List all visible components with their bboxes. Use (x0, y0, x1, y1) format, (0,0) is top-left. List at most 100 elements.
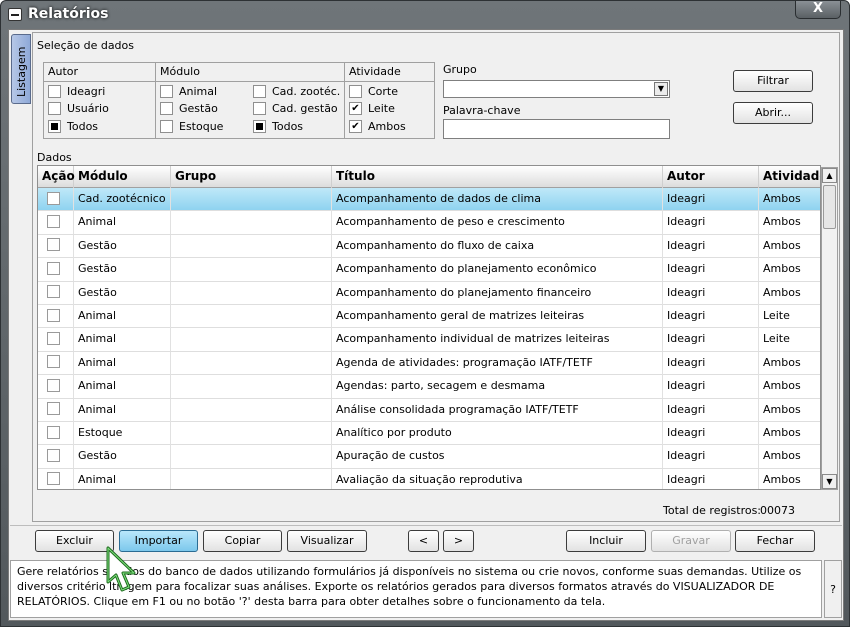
autor-usuario-checkbox[interactable]: Usuário (48, 101, 109, 118)
table-row[interactable]: Estoque Analítico por produto Ideagri Ambos (38, 422, 820, 446)
fechar-button[interactable]: Fechar (735, 530, 815, 552)
cell-acao[interactable] (38, 234, 74, 258)
row-checkbox[interactable] (47, 331, 60, 345)
cell-acao[interactable] (38, 445, 74, 469)
row-checkbox[interactable] (47, 214, 60, 228)
atividade-title: Atividade (345, 63, 434, 82)
copiar-button[interactable]: Copiar (203, 530, 282, 552)
table-row[interactable]: Animal Avaliação da situação reprodutiva I… (38, 468, 820, 489)
col-acao[interactable]: Ação (38, 166, 75, 188)
table-row[interactable]: Cad. zootécnico Acompanhamento de dados d… (38, 188, 820, 212)
cell-acao[interactable] (38, 422, 74, 445)
cell-acao[interactable] (38, 375, 74, 399)
system-menu-icon[interactable] (8, 8, 22, 21)
modulo-todos-checkbox[interactable]: Todos (253, 119, 303, 136)
cell-titulo: Análise consolidada programação IATF/TET… (332, 398, 663, 422)
visualizar-button[interactable]: Visualizar (287, 530, 367, 552)
cell-atividade: Ambos (759, 399, 820, 422)
cell-modulo: Estoque (74, 422, 171, 445)
modulo-gestao-checkbox[interactable]: Gestão (160, 101, 218, 118)
cell-acao[interactable] (38, 468, 74, 489)
tab-listagem[interactable]: Listagem (11, 34, 31, 104)
modulo-cad-gestao-checkbox[interactable]: Cad. gestão (253, 101, 338, 118)
selecao-title: Seleção de dados (37, 39, 135, 52)
gravar-button[interactable]: Gravar (651, 530, 731, 552)
cell-acao[interactable] (38, 328, 74, 352)
row-checkbox[interactable] (47, 355, 60, 369)
col-modulo[interactable]: Módulo (74, 166, 171, 188)
cell-acao[interactable] (38, 211, 74, 235)
table-row[interactable]: Animal Acompanhamento individual de matri… (38, 328, 820, 352)
col-autor[interactable]: Autor (663, 166, 759, 188)
abrir-button[interactable]: Abrir... (733, 102, 813, 124)
table-row[interactable]: Animal Agendas: parto, secagem e desmama I… (38, 375, 820, 399)
cell-atividade: Ambos (759, 445, 820, 468)
pointer-cursor-icon (106, 546, 136, 592)
grid-scrollbar[interactable]: ▲ ▼ (821, 167, 838, 490)
row-checkbox[interactable] (47, 425, 60, 439)
row-checkbox[interactable] (47, 261, 60, 275)
chevron-down-icon[interactable]: ▼ (654, 82, 668, 96)
grupo-combo[interactable]: ▼ (443, 80, 670, 98)
incluir-button[interactable]: Incluir (566, 530, 646, 552)
cell-autor: Ideagri (663, 422, 759, 445)
cell-modulo: Animal (74, 351, 171, 375)
row-checkbox[interactable] (47, 285, 60, 299)
row-checkbox[interactable] (47, 238, 60, 252)
table-row[interactable]: Animal Acompanhamento de peso e crescimen… (38, 211, 820, 235)
atividade-corte-checkbox[interactable]: Corte (349, 84, 398, 101)
modulo-estoque-checkbox[interactable]: Estoque (160, 119, 223, 136)
cell-acao[interactable] (38, 258, 74, 282)
row-checkbox[interactable] (47, 191, 60, 205)
filtrar-button[interactable]: Filtrar (733, 70, 813, 92)
relatorios-window: Relatórios X Listagem Seleção de dados A… (0, 0, 850, 627)
cell-acao[interactable] (38, 188, 74, 211)
cell-titulo: Avaliação da situação reprodutiva (332, 468, 663, 489)
cell-autor: Ideagri (663, 398, 759, 422)
table-row[interactable]: Gestão Acompanhamento do fluxo de caixa Id… (38, 234, 820, 259)
scroll-thumb[interactable] (823, 185, 836, 229)
modulo-cad-zootec-checkbox[interactable]: Cad. zootéc. (253, 84, 340, 101)
cell-titulo: Acompanhamento de peso e crescimento (332, 211, 663, 235)
row-checkbox[interactable] (47, 472, 60, 486)
col-titulo[interactable]: Título (332, 166, 663, 188)
cell-autor: Ideagri (663, 305, 759, 328)
col-grupo[interactable]: Grupo (171, 166, 332, 188)
table-row[interactable]: Animal Agenda de atividades: programação … (38, 351, 820, 376)
cell-acao[interactable] (38, 305, 74, 328)
close-button[interactable]: X (795, 1, 841, 19)
cell-acao[interactable] (38, 351, 74, 375)
table-row[interactable]: Gestão Apuração de custos Ideagri Ambos (38, 445, 820, 469)
check-icon: ✔ (349, 101, 362, 115)
modulo-animal-checkbox[interactable]: Animal (160, 84, 217, 101)
scroll-up-icon[interactable]: ▲ (822, 168, 837, 183)
next-button[interactable]: > (443, 530, 474, 552)
autor-todos-checkbox[interactable]: Todos (48, 119, 98, 136)
cell-autor: Ideagri (663, 375, 759, 399)
cell-acao[interactable] (38, 281, 74, 305)
table-row[interactable]: Gestão Acompanhamento do planejamento eco… (38, 258, 820, 282)
autor-group: Autor Ideagri Usuário Todos (43, 62, 156, 139)
help-question-button[interactable]: ? (824, 560, 842, 618)
scroll-down-icon[interactable]: ▼ (822, 474, 837, 489)
table-row[interactable]: Gestão Acompanhamento do planejamento fin… (38, 281, 820, 305)
grid-header: Ação Módulo Grupo Título Autor Atividade (38, 166, 820, 188)
cell-autor: Ideagri (663, 445, 759, 469)
previous-button[interactable]: < (408, 530, 439, 552)
row-checkbox[interactable] (47, 378, 60, 392)
atividade-leite-checkbox[interactable]: ✔ Leite (349, 101, 395, 118)
atividade-ambos-checkbox[interactable]: ✔ Ambos (349, 119, 406, 136)
autor-title: Autor (44, 63, 155, 82)
table-row[interactable]: Animal Acompanhamento geral de matrizes l… (38, 305, 820, 329)
title-bar[interactable]: Relatórios X (1, 1, 849, 29)
autor-ideagri-checkbox[interactable]: Ideagri (48, 84, 105, 101)
palavra-chave-input[interactable] (443, 119, 670, 139)
row-checkbox[interactable] (47, 308, 60, 322)
row-checkbox[interactable] (47, 402, 60, 416)
cell-modulo: Gestão (74, 258, 171, 282)
row-checkbox[interactable] (47, 448, 60, 462)
table-row[interactable]: Animal Análise consolidada programação IA… (38, 398, 820, 422)
cell-acao[interactable] (38, 398, 74, 422)
cell-grupo (171, 445, 332, 469)
col-atividade[interactable]: Atividade (759, 166, 820, 188)
